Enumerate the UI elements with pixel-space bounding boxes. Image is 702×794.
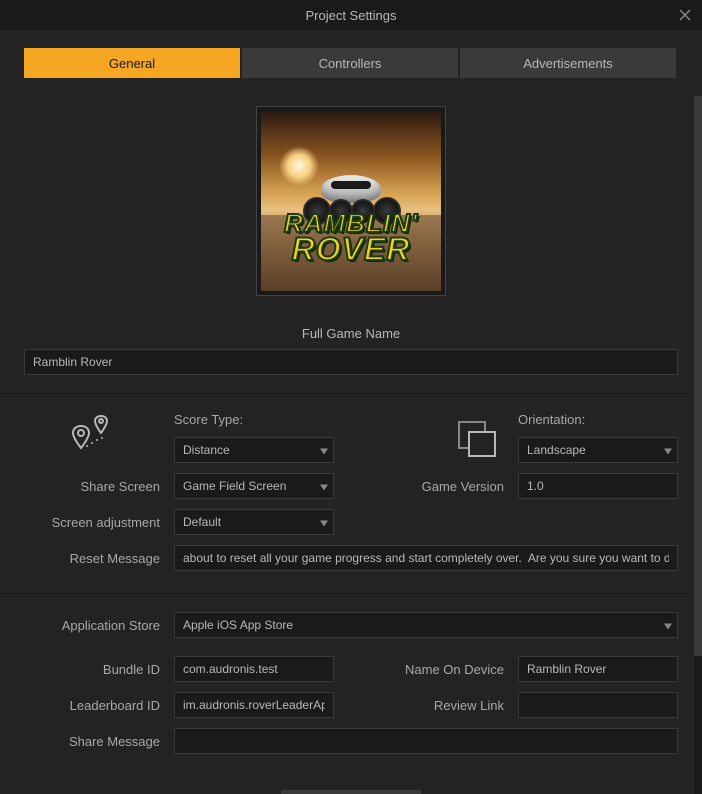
store-settings-section: Application Store Apple iOS App Store Bu… [0,594,702,776]
scrollbar-track[interactable] [694,96,702,794]
thumbnail-title-line2: ROVER [261,235,441,264]
tab-general[interactable]: General [24,48,240,78]
game-thumbnail[interactable]: RAMBLIN' ROVER [256,106,446,296]
review-link-input[interactable] [518,692,678,718]
location-icon [72,419,116,459]
titlebar: Project Settings [0,0,702,30]
full-game-name-input[interactable] [24,349,678,375]
application-store-select[interactable]: Apple iOS App Store [174,612,678,638]
name-on-device-label: Name On Device [344,662,508,677]
scrollbar-thumb[interactable] [694,96,702,656]
orientation-label: Orientation: [518,412,678,427]
share-message-label: Share Message [24,734,164,749]
orientation-icon [458,421,498,457]
screen-adjustment-select[interactable]: Default [174,509,334,535]
game-version-input[interactable] [518,473,678,499]
leaderboard-id-input[interactable] [174,692,334,718]
full-game-name-label: Full Game Name [302,326,400,341]
close-icon [678,8,692,22]
project-settings-dialog: Project Settings General Controllers Adv… [0,0,702,794]
content-area: RAMBLIN' ROVER Full Game Name Score [0,96,702,794]
game-version-label: Game Version [344,479,508,494]
thumbnail-section: RAMBLIN' ROVER Full Game Name [0,96,702,393]
tabs: General Controllers Advertisements [0,30,702,96]
orientation-icon-cell [344,419,508,457]
dialog-title: Project Settings [305,8,396,23]
score-type-label: Score Type: [174,412,334,427]
ok-button[interactable]: OK [281,790,421,794]
reset-message-input[interactable] [174,545,678,571]
tab-controllers[interactable]: Controllers [242,48,458,78]
leaderboard-id-label: Leaderboard ID [24,698,164,713]
thumbnail-image: RAMBLIN' ROVER [261,111,441,291]
bundle-id-label: Bundle ID [24,662,164,677]
reset-message-label: Reset Message [24,551,164,566]
score-type-select[interactable]: Distance [174,437,334,463]
name-on-device-input[interactable] [518,656,678,682]
share-message-input[interactable] [174,728,678,754]
orientation-select[interactable]: Landscape [518,437,678,463]
share-screen-select[interactable]: Game Field Screen [174,473,334,499]
application-store-label: Application Store [24,618,164,633]
score-settings-section: Score Type: Orientation: Distance Landsc… [0,394,702,593]
location-icon-cell [24,417,164,459]
close-button[interactable] [676,6,694,24]
bundle-id-input[interactable] [174,656,334,682]
screen-adjustment-label: Screen adjustment [24,515,164,530]
tab-advertisements[interactable]: Advertisements [460,48,676,78]
review-link-label: Review Link [344,698,508,713]
dialog-footer: OK [0,776,702,794]
share-screen-label: Share Screen [24,479,164,494]
